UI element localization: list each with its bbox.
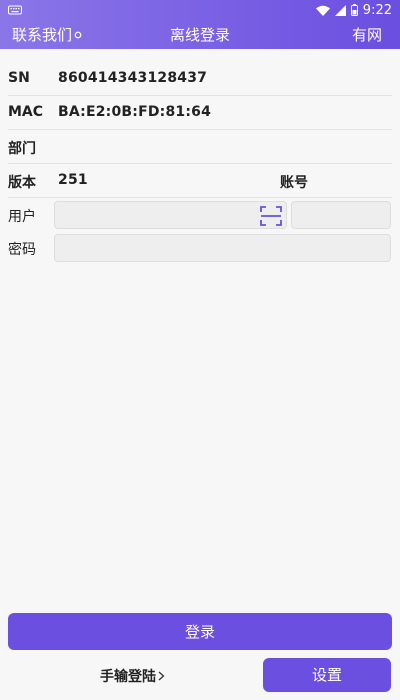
device-info: SN 860414343128437 MAC BA:E2:0B:FD:81:64… — [0, 62, 400, 264]
password-row: 密码 — [8, 231, 392, 264]
account-label: 账号 — [280, 175, 308, 191]
status-right: 9:22 — [315, 2, 392, 18]
user-label: 用户 — [8, 209, 36, 225]
department-label: 部门 — [8, 141, 36, 157]
password-input[interactable] — [54, 234, 391, 262]
department-row: 部门 — [8, 130, 392, 164]
settings-button[interactable]: 设置 — [263, 658, 391, 692]
keyboard-icon — [8, 5, 22, 15]
manual-login-link[interactable]: 手输登陆 — [100, 666, 165, 686]
status-bar: 9:22 — [0, 0, 400, 20]
signal-icon — [334, 4, 346, 16]
account-input[interactable] — [291, 201, 391, 229]
version-row: 版本 251 账号 — [8, 164, 392, 198]
sn-label: SN — [8, 70, 30, 86]
mac-row: MAC BA:E2:0B:FD:81:64 — [8, 96, 392, 130]
manual-login-label: 手输登陆 — [100, 669, 156, 685]
battery-icon — [350, 4, 358, 16]
mac-value: BA:E2:0B:FD:81:64 — [58, 104, 212, 120]
user-row: 用户 — [8, 198, 392, 231]
page-title: 离线登录 — [169, 26, 230, 44]
status-time: 9:22 — [362, 2, 392, 18]
sn-row: SN 860414343128437 — [8, 62, 392, 96]
status-left — [8, 5, 22, 15]
mac-label: MAC — [8, 104, 44, 120]
sn-value: 860414343128437 — [58, 70, 208, 86]
version-label: 版本 — [8, 175, 36, 191]
scan-icon[interactable] — [260, 205, 282, 227]
password-label: 密码 — [8, 242, 36, 258]
app-header: 联系我们 离线登录 有网 — [0, 20, 400, 49]
user-input[interactable] — [54, 201, 287, 229]
network-status: 有网 — [351, 26, 382, 44]
chevron-right-icon — [158, 671, 165, 681]
login-button[interactable]: 登录 — [8, 613, 392, 650]
wifi-icon — [315, 5, 330, 16]
version-value: 251 — [58, 172, 88, 188]
